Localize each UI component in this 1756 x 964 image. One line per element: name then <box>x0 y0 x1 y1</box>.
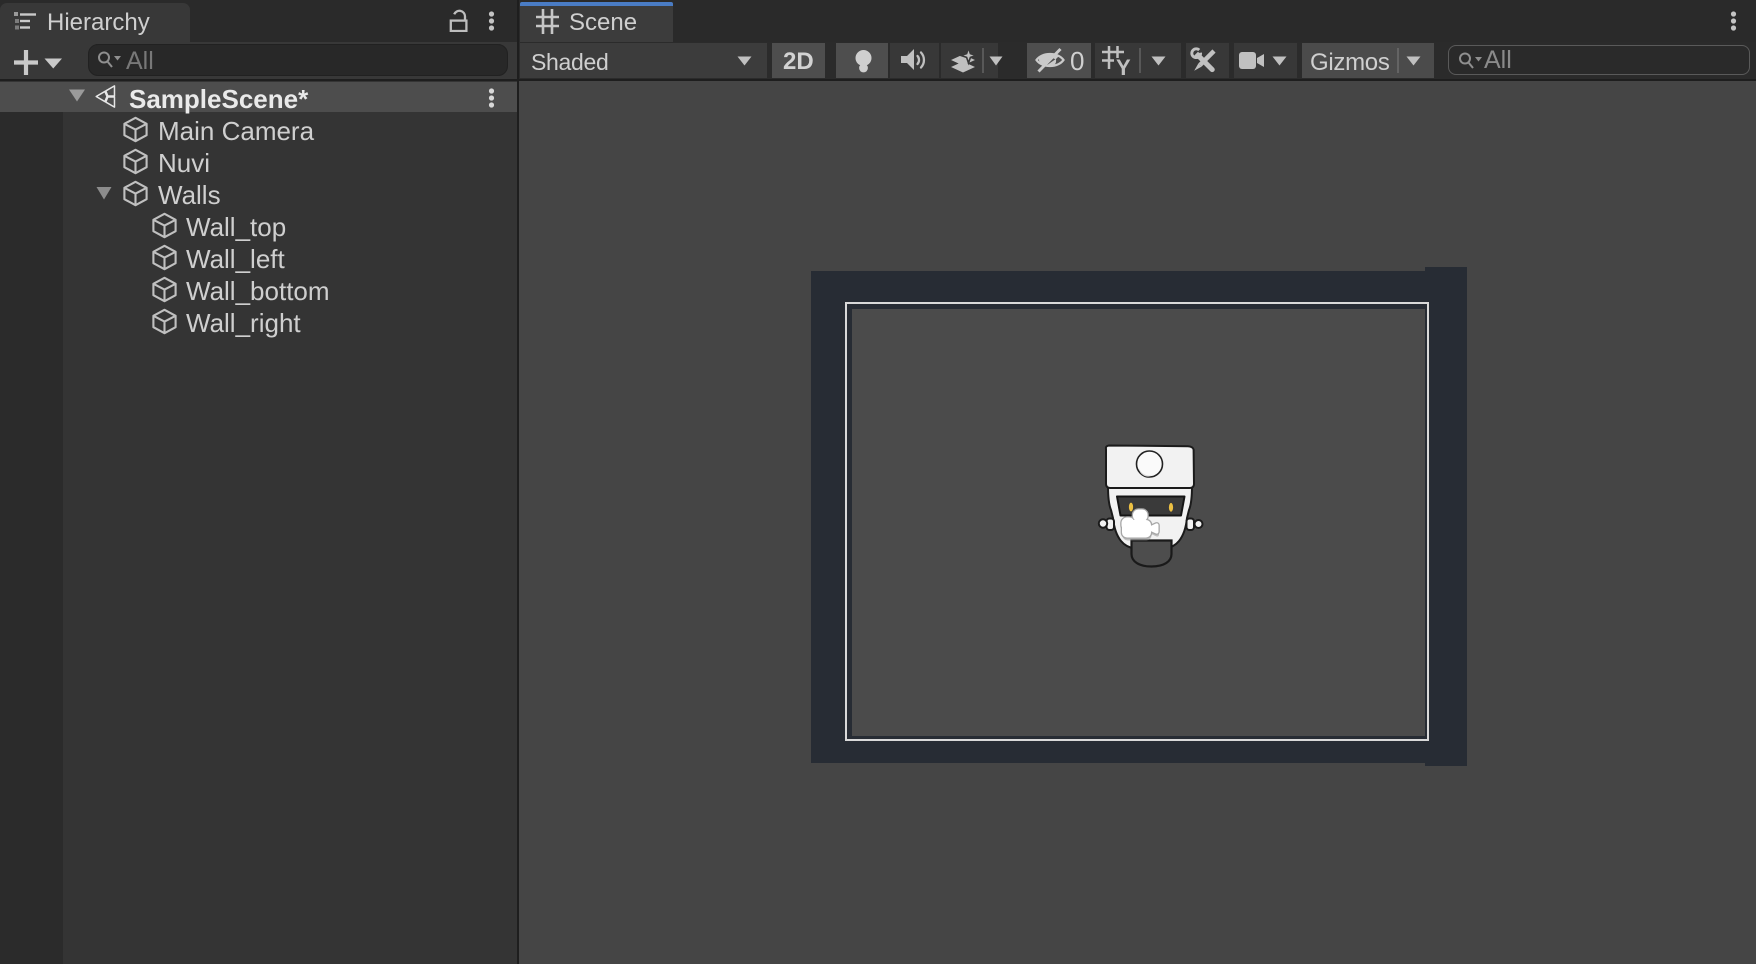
svg-text:Y: Y <box>1116 55 1131 76</box>
